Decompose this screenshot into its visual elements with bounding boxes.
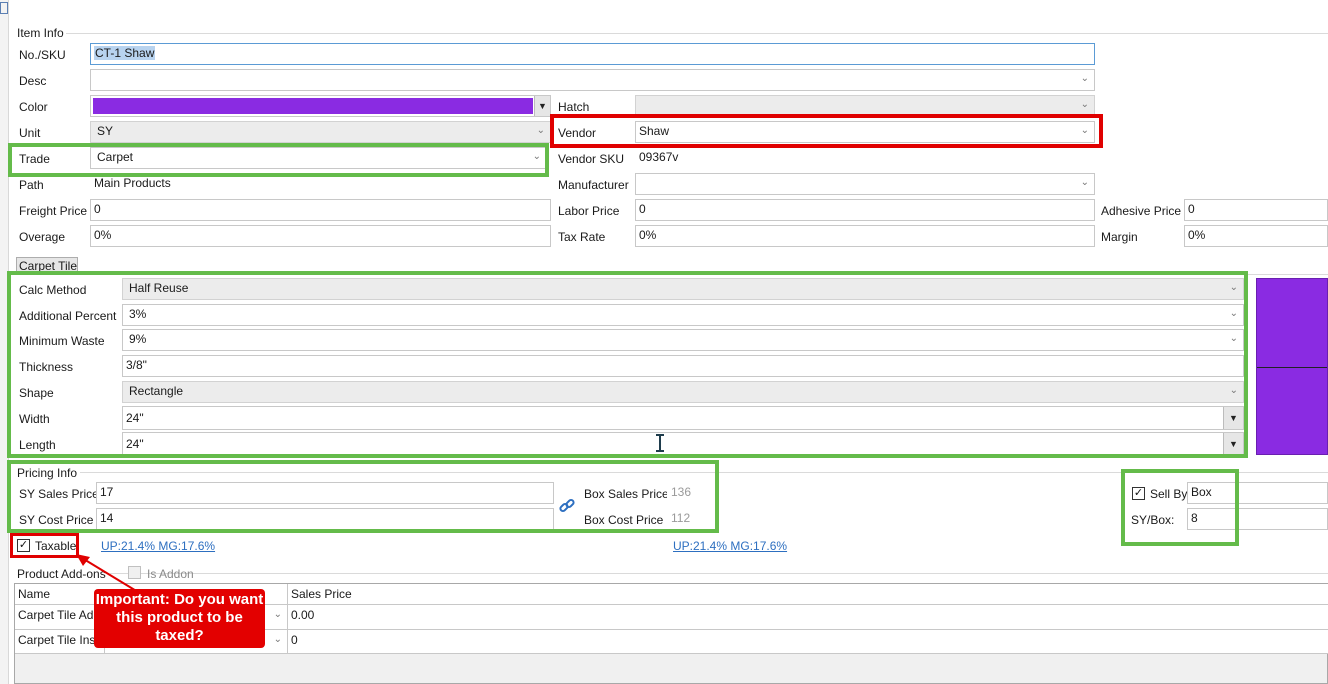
width-dropdown-arrow-icon[interactable]: ▼ — [1223, 407, 1243, 429]
box-sales-price-label: Box Sales Price — [584, 487, 669, 501]
box-sales-price-field: 136 — [667, 482, 714, 504]
sku-field[interactable]: CT-1 Shaw — [90, 43, 1095, 65]
overage-field[interactable]: 0% — [90, 225, 551, 247]
width-label: Width — [19, 412, 50, 426]
vendor-combobox[interactable]: Shaw ⌄ — [635, 121, 1095, 143]
box-cost-price-field: 112 — [667, 508, 714, 530]
text-cursor-icon — [655, 434, 665, 452]
tab-carpet-tile[interactable]: Carpet Tile — [16, 257, 78, 274]
color-dropdown-arrow-icon[interactable]: ▼ — [534, 96, 550, 116]
hatch-combobox[interactable]: ⌄ — [635, 95, 1095, 117]
chevron-down-icon: ⌄ — [1080, 99, 1089, 110]
addon-row-1-sales-price[interactable]: 0.00 — [288, 605, 1328, 630]
sy-box-field[interactable]: 8 — [1187, 508, 1328, 530]
labor-price-label: Labor Price — [558, 204, 620, 218]
sy-cost-price-label: SY Cost Price — [19, 513, 94, 527]
trade-label: Trade — [19, 152, 50, 166]
chevron-down-icon: ⌄ — [1080, 73, 1089, 84]
margin-field[interactable]: 0% — [1184, 225, 1328, 247]
chevron-down-icon: ⌄ — [273, 634, 282, 645]
freight-price-label: Freight Price — [19, 204, 88, 218]
unit-label: Unit — [19, 126, 41, 140]
addon-row-2-sales-price[interactable]: 0 — [288, 630, 1328, 654]
is-addon-label: Is Addon — [147, 567, 194, 581]
path-label: Path — [19, 178, 44, 192]
desc-combobox[interactable]: ⌄ — [90, 69, 1095, 91]
grid-header-sales-price[interactable]: Sales Price — [288, 584, 1328, 605]
unit-value: SY — [97, 124, 114, 138]
pricing-info-title: Pricing Info — [17, 466, 78, 480]
preview-divider — [1257, 367, 1327, 368]
minimum-waste-combobox[interactable]: 9% ⌄ — [122, 329, 1244, 351]
color-label: Color — [19, 100, 48, 114]
path-field[interactable]: Main Products — [90, 173, 551, 195]
margin-label: Margin — [1101, 230, 1138, 244]
sy-cost-price-field[interactable]: 14 — [96, 508, 554, 530]
sell-by-checkbox[interactable]: ✓ — [1132, 487, 1145, 500]
sy-box-label: SY/Box: — [1131, 513, 1175, 527]
box-cost-price-label: Box Cost Price — [584, 513, 664, 527]
addon-row-1-name[interactable]: Carpet Tile Adh — [15, 605, 105, 630]
adhesive-price-label: Adhesive Price — [1101, 204, 1182, 218]
margin-link-right[interactable]: UP:21.4% MG:17.6% — [673, 539, 787, 553]
manufacturer-combobox[interactable]: ⌄ — [635, 173, 1095, 195]
addon-row-2-name[interactable]: Carpet Tile Inst — [15, 630, 105, 654]
labor-price-field[interactable]: 0 — [635, 199, 1095, 221]
chevron-down-icon: ⌄ — [1080, 177, 1089, 188]
trade-value: Carpet — [97, 150, 134, 164]
calc-method-label: Calc Method — [19, 283, 87, 297]
item-info-title: Item Info — [17, 26, 64, 40]
additional-percent-combobox[interactable]: 3% ⌄ — [122, 304, 1244, 326]
trade-combobox[interactable]: Carpet ⌄ — [90, 147, 547, 169]
sell-by-field[interactable]: Box — [1187, 482, 1328, 504]
taxable-callout: Important: Do you want this product to b… — [94, 589, 265, 648]
tax-rate-label: Tax Rate — [558, 230, 606, 244]
color-swatch — [93, 98, 533, 114]
sku-label: No./SKU — [19, 48, 66, 62]
chevron-down-icon: ⌄ — [1229, 308, 1238, 319]
shape-label: Shape — [19, 386, 54, 400]
desc-label: Desc — [19, 74, 47, 88]
calc-method-combobox[interactable]: Half Reuse ⌄ — [122, 278, 1244, 300]
overage-label: Overage — [19, 230, 66, 244]
adhesive-price-field[interactable]: 0 — [1184, 199, 1328, 221]
chevron-down-icon: ⌄ — [1080, 125, 1089, 136]
vendor-sku-field[interactable]: 09367v — [635, 147, 1095, 169]
length-dropdown-arrow-icon[interactable]: ▼ — [1223, 433, 1243, 455]
grid-icon — [0, 2, 8, 14]
chevron-down-icon: ⌄ — [532, 151, 541, 162]
sku-value: CT-1 Shaw — [94, 46, 156, 60]
shape-combobox[interactable]: Rectangle ⌄ — [122, 381, 1244, 403]
unit-combobox[interactable]: SY ⌄ — [90, 121, 551, 143]
vendor-value: Shaw — [639, 124, 670, 138]
freight-price-field[interactable]: 0 — [90, 199, 551, 221]
chevron-down-icon: ⌄ — [273, 609, 282, 620]
chevron-down-icon: ⌄ — [1229, 282, 1238, 293]
manufacturer-label: Manufacturer — [558, 178, 629, 192]
thickness-label: Thickness — [19, 360, 74, 374]
link-price-icon[interactable] — [558, 497, 576, 515]
sy-sales-price-field[interactable]: 17 — [96, 482, 554, 504]
vendor-label: Vendor — [558, 126, 597, 140]
chevron-down-icon: ⌄ — [1229, 385, 1238, 396]
taxable-checkbox[interactable]: ✓ — [17, 539, 30, 552]
tile-preview — [1256, 278, 1328, 455]
chevron-down-icon: ⌄ — [536, 125, 545, 136]
minimum-waste-label: Minimum Waste — [19, 334, 105, 348]
left-edge-strip — [0, 0, 9, 684]
length-combobox[interactable]: 24" ▼ — [122, 432, 1244, 456]
vendor-sku-label: Vendor SKU — [558, 152, 625, 166]
length-label: Length — [19, 438, 56, 452]
width-combobox[interactable]: 24" ▼ — [122, 406, 1244, 430]
tax-rate-field[interactable]: 0% — [635, 225, 1095, 247]
hatch-label: Hatch — [558, 100, 590, 114]
sy-sales-price-label: SY Sales Price — [19, 487, 99, 501]
additional-percent-label: Additional Percent — [19, 309, 117, 323]
sell-by-label: Sell By — [1150, 487, 1188, 501]
color-picker[interactable]: ▼ — [90, 95, 551, 117]
thickness-field[interactable]: 3/8" — [122, 355, 1244, 377]
chevron-down-icon: ⌄ — [1229, 333, 1238, 344]
